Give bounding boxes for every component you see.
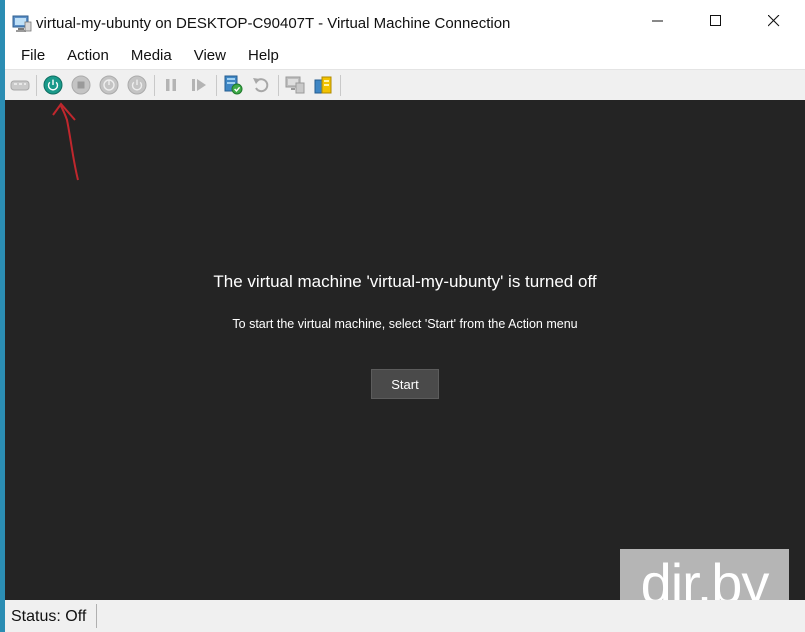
vm-off-title: The virtual machine 'virtual-my-ubunty' … <box>213 272 597 291</box>
status-separator <box>96 604 97 628</box>
toolbar-separator <box>216 75 217 96</box>
toolbar-separator <box>278 75 279 96</box>
window-title: virtual-my-ubunty on DESKTOP-C90407T - V… <box>36 15 511 32</box>
resume-icon <box>192 79 206 91</box>
share-button[interactable] <box>312 74 334 96</box>
enhanced-session-icon <box>285 76 305 94</box>
close-button[interactable] <box>745 0 803 42</box>
title-bar[interactable]: virtual-my-ubunty on DESKTOP-C90407T - V… <box>5 0 805 42</box>
vm-display[interactable]: The virtual machine 'virtual-my-ubunty' … <box>5 100 805 619</box>
annotation-arrow <box>52 102 79 181</box>
start-button[interactable]: Start <box>371 369 439 399</box>
shut-down-icon <box>99 75 119 95</box>
menu-file[interactable]: File <box>5 42 56 69</box>
save-button[interactable] <box>126 74 148 96</box>
resume-button[interactable] <box>188 74 210 96</box>
revert-icon <box>253 78 269 93</box>
pause-icon <box>166 79 176 91</box>
pause-button[interactable] <box>160 74 182 96</box>
turn-off-button[interactable] <box>70 74 92 96</box>
toolbar <box>5 69 805 101</box>
menu-help[interactable]: Help <box>237 42 290 69</box>
enhanced-session-button[interactable] <box>284 74 306 96</box>
shut-down-button[interactable] <box>98 74 120 96</box>
checkpoint-icon <box>224 75 243 95</box>
toolbar-separator <box>36 75 37 96</box>
turn-off-icon <box>71 75 91 95</box>
vm-connection-window: virtual-my-ubunty on DESKTOP-C90407T - V… <box>5 0 805 632</box>
vm-connection-app-icon <box>12 15 32 32</box>
minimize-button[interactable] <box>629 0 687 42</box>
maximize-button[interactable] <box>687 0 745 42</box>
vm-off-instructions: To start the virtual machine, select 'St… <box>232 317 578 331</box>
status-bar: Status: Off <box>5 600 805 632</box>
revert-button[interactable] <box>250 74 272 96</box>
toolbar-separator <box>154 75 155 96</box>
menu-media[interactable]: Media <box>120 42 183 69</box>
menu-action[interactable]: Action <box>56 42 120 69</box>
toolbar-separator <box>340 75 341 96</box>
menu-view[interactable]: View <box>183 42 237 69</box>
share-icon <box>314 76 332 94</box>
ctrl-alt-del-icon <box>10 80 30 91</box>
checkpoint-button[interactable] <box>222 74 244 96</box>
status-text: Status: Off <box>11 608 87 625</box>
close-icon <box>768 15 780 27</box>
start-icon <box>43 75 63 95</box>
start-button-toolbar[interactable] <box>42 74 64 96</box>
ctrl-alt-del-button[interactable] <box>9 74 31 96</box>
save-icon <box>127 75 147 95</box>
menu-bar: File Action Media View Help <box>5 42 805 69</box>
minimize-icon <box>652 20 663 22</box>
maximize-icon <box>710 15 721 26</box>
